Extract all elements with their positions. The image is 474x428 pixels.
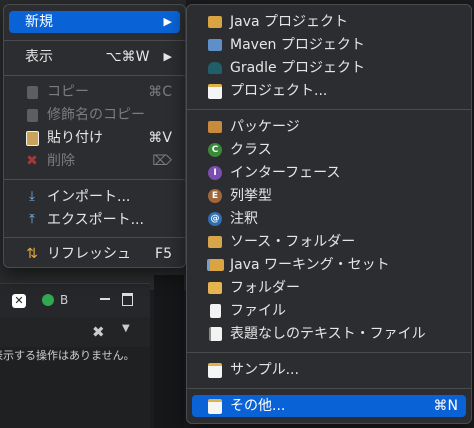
- folder-icon: [206, 280, 224, 296]
- copy-qualified-name-icon: [23, 107, 41, 123]
- submenu-item-source-folder[interactable]: ソース・フォルダー: [192, 231, 466, 253]
- separator: [187, 388, 471, 389]
- submenu-item-interface[interactable]: I インターフェース: [192, 162, 466, 184]
- separator: [4, 237, 185, 238]
- submenu-item-folder[interactable]: フォルダー: [192, 277, 466, 299]
- delete-icon: ✖: [26, 153, 38, 169]
- file-icon: [206, 303, 224, 319]
- menu-item-show[interactable]: 表示 ⌥⌘W ▶: [9, 46, 180, 68]
- separator: [187, 109, 471, 110]
- menu-item-import[interactable]: ⤓ インポート...: [9, 186, 180, 208]
- context-menu: 新規 ▶ 表示 ⌥⌘W ▶ コピー ⌘C 修飾名のコピー 貼り付け ⌘V ✖ 削…: [3, 4, 186, 268]
- source-folder-icon: [206, 234, 224, 250]
- submenu-item-java-working-set[interactable]: Java ワーキング・セット: [192, 254, 466, 276]
- menu-item-copy-qualified-name[interactable]: 修飾名のコピー: [9, 104, 180, 126]
- editor-area: [154, 275, 184, 428]
- menu-item-new[interactable]: 新規 ▶: [9, 11, 180, 33]
- menu-item-paste[interactable]: 貼り付け ⌘V: [9, 127, 180, 149]
- refresh-icon: ⇅: [26, 246, 38, 262]
- view-tab-bar: ✕ B: [0, 283, 150, 318]
- view-tab-label[interactable]: B: [60, 293, 68, 307]
- submenu-item-project[interactable]: プロジェクト...: [192, 80, 466, 102]
- menu-item-export[interactable]: ⤒ エクスポート...: [9, 209, 180, 231]
- example-icon: [206, 362, 224, 378]
- minimize-icon[interactable]: [100, 298, 110, 300]
- view-menu-icon[interactable]: ▼: [122, 323, 130, 334]
- copy-icon: [23, 84, 41, 100]
- submenu-item-class[interactable]: C クラス: [192, 139, 466, 161]
- run-icon: [42, 294, 54, 306]
- submenu-item-java-project[interactable]: Java プロジェクト: [192, 11, 466, 33]
- class-icon: C: [206, 142, 224, 158]
- submenu-item-package[interactable]: パッケージ: [192, 116, 466, 138]
- submenu-item-file[interactable]: ファイル: [192, 300, 466, 322]
- submenu-item-annotation[interactable]: @ 注釈: [192, 208, 466, 230]
- submenu-arrow-icon: ▶: [163, 50, 172, 63]
- enum-icon: E: [206, 188, 224, 204]
- maven-project-icon: [206, 37, 224, 53]
- empty-message: 表示する操作はありません。: [0, 349, 135, 362]
- new-project-icon: [206, 83, 224, 99]
- gradle-project-icon: [206, 60, 224, 76]
- submenu-item-maven-project[interactable]: Maven プロジェクト: [192, 34, 466, 56]
- submenu-item-enum[interactable]: E 列挙型: [192, 185, 466, 207]
- maximize-icon[interactable]: [122, 293, 133, 306]
- submenu-item-other[interactable]: その他... ⌘N: [192, 395, 466, 417]
- separator: [4, 40, 185, 41]
- new-submenu: Java プロジェクト Maven プロジェクト Gradle プロジェクト プ…: [186, 4, 472, 424]
- menu-item-refresh[interactable]: ⇅ リフレッシュ F5: [9, 243, 180, 265]
- java-project-icon: [206, 14, 224, 30]
- remove-launches-icon[interactable]: ✖: [92, 323, 110, 341]
- text-file-icon: [206, 326, 224, 342]
- view-toolbar: ✖ ▼: [0, 317, 150, 347]
- separator: [4, 75, 185, 76]
- package-icon: [206, 119, 224, 135]
- menu-item-delete[interactable]: ✖ 削除 ⌦: [9, 150, 180, 172]
- annotation-icon: @: [206, 211, 224, 227]
- export-icon: ⤒: [29, 212, 35, 227]
- wizard-icon: [206, 398, 224, 414]
- paste-icon: [23, 130, 41, 146]
- close-icon[interactable]: ✕: [12, 294, 26, 308]
- separator: [187, 352, 471, 353]
- view-content: 表示する操作はありません。: [0, 347, 150, 428]
- working-set-icon: [206, 257, 224, 273]
- separator: [4, 179, 185, 180]
- submenu-item-untitled-text-file[interactable]: 表題なしのテキスト・ファイル: [192, 323, 466, 345]
- submenu-item-example[interactable]: サンプル...: [192, 359, 466, 381]
- submenu-item-gradle-project[interactable]: Gradle プロジェクト: [192, 57, 466, 79]
- submenu-arrow-icon: ▶: [163, 15, 172, 28]
- menu-item-copy[interactable]: コピー ⌘C: [9, 81, 180, 103]
- import-icon: ⤓: [29, 189, 35, 204]
- interface-icon: I: [206, 165, 224, 181]
